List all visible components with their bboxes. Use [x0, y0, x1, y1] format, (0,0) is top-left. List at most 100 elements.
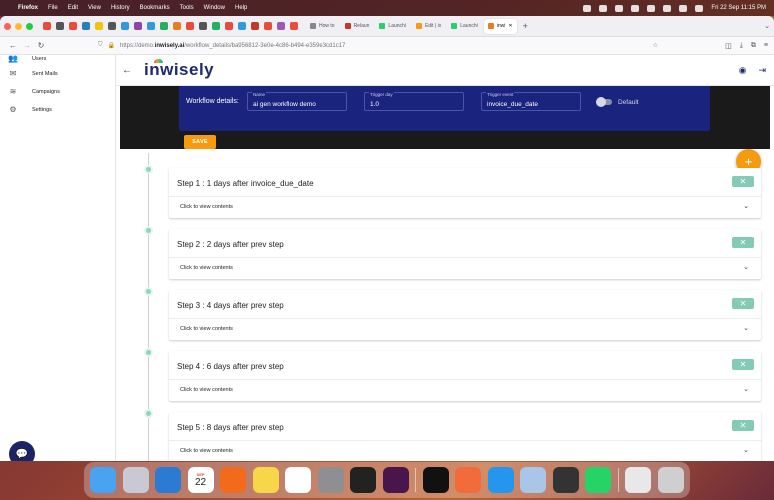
- menu-app[interactable]: Firefox: [18, 5, 38, 11]
- sidebar-item-settings[interactable]: ⚙ Settings: [0, 101, 115, 119]
- chat-widget-icon[interactable]: 💬: [9, 441, 35, 461]
- pinned-tab-icon[interactable]: [147, 22, 155, 30]
- menu-window[interactable]: Window: [204, 5, 225, 11]
- trigger-event-field[interactable]: Trigger event invoice_due_date: [481, 92, 581, 111]
- step-contents-toggle[interactable]: Click to view contents: [180, 387, 233, 393]
- notes-icon[interactable]: [252, 467, 279, 493]
- trash-icon[interactable]: [657, 467, 684, 493]
- default-toggle[interactable]: [596, 97, 612, 107]
- pinned-tab-icon[interactable]: [251, 22, 259, 30]
- terminal-icon[interactable]: [350, 467, 377, 493]
- bluetooth-icon[interactable]: [615, 4, 624, 12]
- back-arrow-icon[interactable]: ←: [122, 65, 136, 76]
- logout-icon[interactable]: ⇥: [758, 65, 766, 76]
- step-contents-toggle[interactable]: Click to view contents: [180, 448, 233, 454]
- webstorm-icon[interactable]: [422, 467, 449, 493]
- pinned-tab-icon[interactable]: [225, 22, 233, 30]
- battery-icon[interactable]: [647, 4, 656, 12]
- printer-icon[interactable]: [625, 467, 652, 493]
- forward-icon[interactable]: →: [20, 41, 34, 50]
- menu-icon[interactable]: ≡: [764, 42, 768, 50]
- menu-file[interactable]: File: [48, 5, 58, 11]
- pinned-tab-icon[interactable]: [199, 22, 207, 30]
- menubar-clock[interactable]: Fri 22 Sep 11:15 PM: [711, 5, 766, 11]
- menu-history[interactable]: History: [111, 5, 130, 11]
- downloads-icon[interactable]: ⤓: [740, 42, 743, 50]
- extensions-icon[interactable]: ⧉: [751, 42, 756, 50]
- pinned-tab-icon[interactable]: [290, 22, 298, 30]
- shield-icon[interactable]: ⛉: [98, 42, 103, 49]
- menu-bookmarks[interactable]: Bookmarks: [140, 5, 170, 11]
- lock-icon[interactable]: 🔒: [108, 42, 115, 49]
- pinned-tab-icon[interactable]: [173, 22, 181, 30]
- terminal-2-icon[interactable]: [552, 467, 579, 493]
- pinned-tab-icon[interactable]: [43, 22, 51, 30]
- new-tab-icon[interactable]: +: [523, 21, 528, 31]
- status-play-icon[interactable]: [599, 4, 608, 12]
- pinned-tab-icon[interactable]: [264, 22, 272, 30]
- wifi-icon[interactable]: [663, 4, 672, 12]
- close-tab-icon[interactable]: ✕: [508, 23, 512, 29]
- status-app-icon[interactable]: [583, 4, 592, 12]
- reload-icon[interactable]: ↻: [34, 41, 48, 50]
- tab-list-chevron-icon[interactable]: ⌄: [764, 22, 770, 30]
- address-bar[interactable]: ⛉ 🔒 https://demo.inwisely.ai/workflow_de…: [98, 39, 658, 52]
- browser-tab[interactable]: Relaun: [341, 19, 374, 34]
- sidebar-item-campaigns[interactable]: ≋ Campaigns: [0, 83, 115, 101]
- spotlight-search-icon[interactable]: [679, 4, 688, 12]
- menu-edit[interactable]: Edit: [68, 5, 78, 11]
- bookmark-star-icon[interactable]: ☆: [653, 42, 658, 49]
- remove-step-button[interactable]: ✕: [732, 359, 754, 370]
- pinned-tab-icon[interactable]: [134, 22, 142, 30]
- menu-help[interactable]: Help: [235, 5, 247, 11]
- calendar-icon[interactable]: SEP 22: [187, 467, 214, 493]
- pinned-tab-icon[interactable]: [56, 22, 64, 30]
- control-center-icon[interactable]: [695, 4, 704, 12]
- pinned-tab-icon[interactable]: [121, 22, 129, 30]
- pinned-tab-icon[interactable]: [212, 22, 220, 30]
- remove-step-button[interactable]: ✕: [732, 176, 754, 187]
- status-circle-icon[interactable]: [631, 4, 640, 12]
- chevron-down-icon[interactable]: ⌄: [743, 385, 749, 393]
- freeform-icon[interactable]: [285, 467, 312, 493]
- chevron-down-icon[interactable]: ⌄: [743, 446, 749, 454]
- pinned-tab-icon[interactable]: [95, 22, 103, 30]
- finder-icon[interactable]: [90, 467, 116, 493]
- system-settings-icon[interactable]: [317, 467, 344, 493]
- inwisely-logo[interactable]: inwisely: [144, 59, 214, 80]
- remove-step-button[interactable]: ✕: [732, 237, 754, 248]
- pinned-tab-icon[interactable]: [82, 22, 90, 30]
- step-contents-toggle[interactable]: Click to view contents: [180, 265, 233, 271]
- remove-step-button[interactable]: ✕: [732, 298, 754, 309]
- slack-icon[interactable]: [382, 467, 409, 493]
- trigger-day-field[interactable]: Trigger day 1.0: [364, 92, 464, 111]
- browser-tab[interactable]: inwi ✕: [483, 18, 517, 34]
- zoom-window-button[interactable]: [26, 22, 33, 30]
- browser-tab[interactable]: Edit | ix: [412, 19, 445, 34]
- postman-icon[interactable]: [455, 467, 482, 493]
- browser-tab[interactable]: Launchi: [375, 19, 410, 34]
- step-contents-toggle[interactable]: Click to view contents: [180, 204, 233, 210]
- chevron-down-icon[interactable]: ⌄: [743, 263, 749, 271]
- menu-view[interactable]: View: [88, 5, 101, 11]
- back-icon[interactable]: ←: [6, 41, 20, 50]
- step-contents-toggle[interactable]: Click to view contents: [180, 326, 233, 332]
- vscode-icon[interactable]: [155, 467, 182, 493]
- sidebar-item-users[interactable]: 👥 Users: [0, 53, 115, 65]
- profile-icon[interactable]: ◉: [739, 65, 747, 76]
- pocket-icon[interactable]: ◫: [725, 42, 732, 50]
- save-button[interactable]: SAVE: [184, 135, 216, 149]
- sidebar-item-sent-mails[interactable]: ✉ Sent Mails: [0, 65, 115, 83]
- menu-tools[interactable]: Tools: [180, 5, 194, 11]
- browser-tab[interactable]: Launchi: [447, 19, 482, 34]
- firefox-icon[interactable]: [220, 467, 247, 493]
- chevron-down-icon[interactable]: ⌄: [743, 324, 749, 332]
- name-field[interactable]: Name ai gen workflow demo: [247, 92, 347, 111]
- pinned-tab-icon[interactable]: [186, 22, 194, 30]
- docker-icon[interactable]: [487, 467, 514, 493]
- pinned-tab-icon[interactable]: [69, 22, 77, 30]
- launchpad-icon[interactable]: [122, 467, 149, 493]
- remove-step-button[interactable]: ✕: [732, 420, 754, 431]
- minimize-window-button[interactable]: [15, 22, 22, 30]
- browser-tab[interactable]: How to: [306, 19, 339, 34]
